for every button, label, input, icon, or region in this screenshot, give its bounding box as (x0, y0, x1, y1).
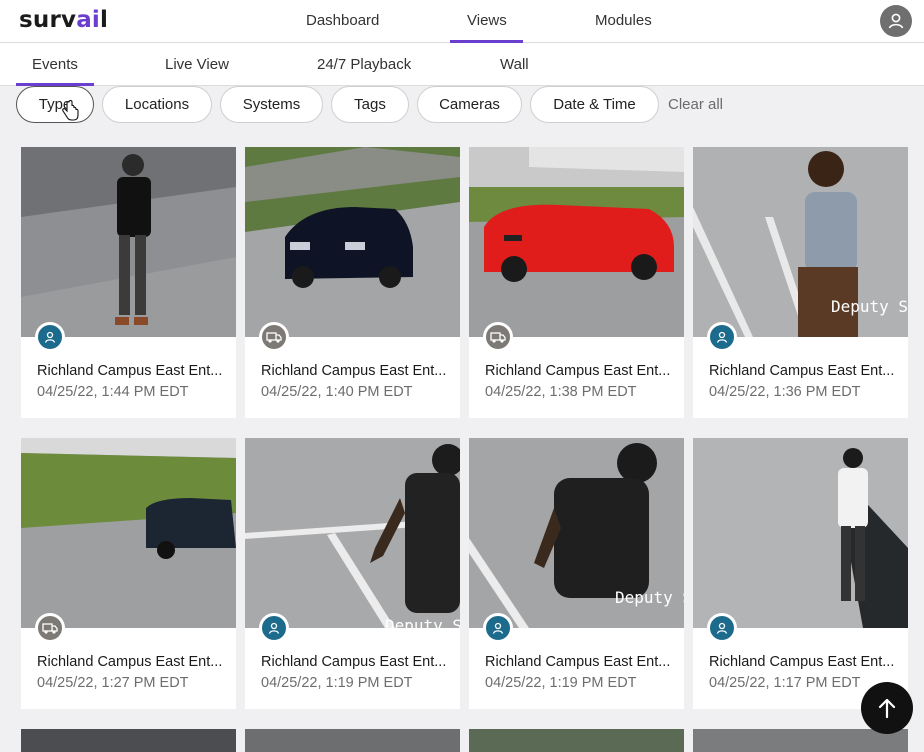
camera-overlay-text: Deputy S (385, 616, 460, 628)
person-icon (259, 613, 289, 643)
event-snapshot-image (245, 438, 460, 628)
main-nav: Dashboard Views Modules (0, 0, 924, 43)
truck-icon (35, 613, 65, 643)
event-thumbnail[interactable] (469, 729, 684, 752)
event-thumbnail[interactable]: Deputy S (245, 438, 460, 628)
event-thumbnail[interactable] (693, 438, 908, 628)
event-card[interactable]: Richland Campus East Ent... 04/25/22, 1:… (693, 438, 908, 709)
event-thumbnail[interactable] (21, 438, 236, 628)
filter-locations[interactable]: Locations (102, 86, 212, 123)
avatar[interactable] (880, 5, 912, 37)
event-camera-name: Richland Campus East Ent... (485, 654, 671, 670)
tab-live-view[interactable]: Live View (165, 56, 229, 73)
nav-dashboard[interactable]: Dashboard (306, 12, 379, 29)
tab-playback[interactable]: 24/7 Playback (317, 56, 411, 73)
event-camera-name: Richland Campus East Ent... (261, 363, 447, 379)
event-camera-name: Richland Campus East Ent... (37, 363, 223, 379)
event-thumbnail[interactable]: Deputy S (469, 438, 684, 628)
person-icon (35, 322, 65, 352)
filter-type[interactable]: Type (16, 86, 94, 123)
event-camera-name: Richland Campus East Ent... (709, 363, 895, 379)
event-timestamp: 04/25/22, 1:27 PM EDT (37, 675, 189, 691)
event-thumbnail[interactable] (469, 147, 684, 337)
hand-pointer-icon (62, 100, 79, 121)
user-icon (888, 13, 904, 29)
arrow-up-icon (878, 698, 896, 719)
nav-modules[interactable]: Modules (595, 12, 652, 29)
event-card[interactable]: Richland Campus East Ent... 04/25/22, 1:… (245, 147, 460, 418)
camera-overlay-text: Deputy S (831, 297, 908, 316)
event-card[interactable] (245, 729, 460, 752)
event-snapshot-image (469, 147, 684, 337)
filter-systems[interactable]: Systems (220, 86, 323, 123)
event-timestamp: 04/25/22, 1:19 PM EDT (261, 675, 413, 691)
event-thumbnail[interactable] (21, 729, 236, 752)
event-camera-name: Richland Campus East Ent... (261, 654, 447, 670)
event-card[interactable] (21, 729, 236, 752)
person-icon (707, 613, 737, 643)
event-snapshot-image (245, 147, 460, 337)
views-subnav: Events Live View 24/7 Playback Wall (0, 43, 924, 86)
event-thumbnail[interactable]: Deputy S (693, 147, 908, 337)
event-camera-name: Richland Campus East Ent... (485, 363, 671, 379)
event-thumbnail[interactable] (245, 147, 460, 337)
event-timestamp: 04/25/22, 1:36 PM EDT (709, 384, 861, 400)
event-thumbnail[interactable] (21, 147, 236, 337)
person-icon (707, 322, 737, 352)
filter-tags[interactable]: Tags (331, 86, 409, 123)
event-camera-name: Richland Campus East Ent... (37, 654, 223, 670)
event-timestamp: 04/25/22, 1:19 PM EDT (485, 675, 637, 691)
nav-views[interactable]: Views (467, 12, 507, 29)
event-thumbnail[interactable] (245, 729, 460, 752)
event-card[interactable]: Deputy S Richland Campus East Ent... 04/… (245, 438, 460, 709)
filter-bar: Type Locations Systems Tags Cameras Date… (0, 86, 924, 126)
truck-icon (259, 322, 289, 352)
event-snapshot-image (21, 438, 236, 628)
event-card[interactable] (693, 729, 908, 752)
scroll-to-top-button[interactable] (861, 682, 913, 734)
event-card[interactable]: Deputy S Richland Campus East Ent... 04/… (469, 438, 684, 709)
event-camera-name: Richland Campus East Ent... (709, 654, 895, 670)
event-timestamp: 04/25/22, 1:44 PM EDT (37, 384, 189, 400)
person-icon (483, 613, 513, 643)
filter-date-time[interactable]: Date & Time (530, 86, 659, 123)
tab-wall[interactable]: Wall (500, 56, 529, 73)
clear-all-button[interactable]: Clear all (668, 96, 723, 113)
event-thumbnail[interactable] (693, 729, 908, 752)
event-card[interactable] (469, 729, 684, 752)
top-navigation-bar: survail Dashboard Views Modules (0, 0, 924, 43)
event-timestamp: 04/25/22, 1:38 PM EDT (485, 384, 637, 400)
event-snapshot-image (693, 438, 908, 628)
filter-cameras[interactable]: Cameras (417, 86, 522, 123)
tab-events[interactable]: Events (32, 56, 78, 73)
event-timestamp: 04/25/22, 1:40 PM EDT (261, 384, 413, 400)
event-card[interactable]: Richland Campus East Ent... 04/25/22, 1:… (469, 147, 684, 418)
event-card[interactable]: Richland Campus East Ent... 04/25/22, 1:… (21, 147, 236, 418)
camera-overlay-text: Deputy S (615, 588, 684, 607)
event-snapshot-image (21, 147, 236, 337)
truck-icon (483, 322, 513, 352)
event-timestamp: 04/25/22, 1:17 PM EDT (709, 675, 861, 691)
event-card[interactable]: Deputy S Richland Campus East Ent... 04/… (693, 147, 908, 418)
event-card[interactable]: Richland Campus East Ent... 04/25/22, 1:… (21, 438, 236, 709)
